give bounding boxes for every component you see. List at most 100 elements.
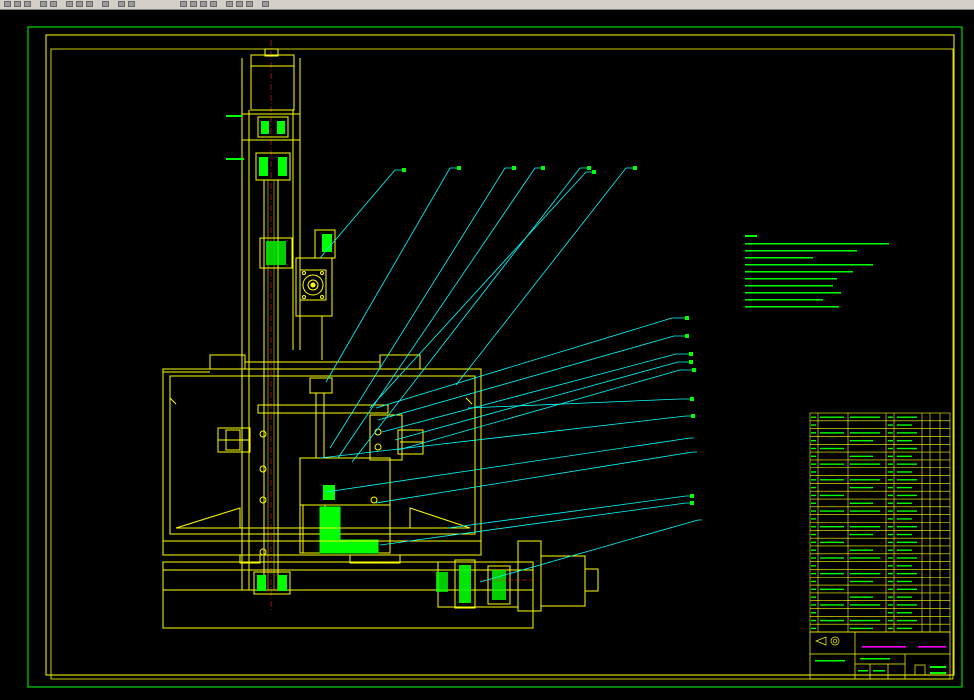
parts-cell-mark xyxy=(897,627,912,630)
parts-cell-mark xyxy=(888,619,893,622)
parts-cell-mark xyxy=(888,627,893,630)
parts-cell-mark xyxy=(820,526,844,528)
parts-cell-mark xyxy=(850,533,873,536)
save-icon[interactable] xyxy=(24,1,31,7)
parts-cell-mark xyxy=(850,416,880,418)
parts-cell-mark xyxy=(811,439,816,442)
parts-cell-mark xyxy=(888,439,893,442)
parts-cell-mark xyxy=(850,557,880,559)
parts-cell-mark xyxy=(820,604,844,606)
parts-cell-mark xyxy=(811,580,816,583)
parts-cell-mark xyxy=(811,619,816,622)
parts-cell-mark xyxy=(811,486,816,489)
cad-drawing-canvas xyxy=(27,26,963,688)
parts-cell-mark xyxy=(897,549,912,551)
paste-icon[interactable] xyxy=(86,1,93,7)
parts-cell-mark xyxy=(850,572,880,575)
parts-cell-mark xyxy=(897,580,912,583)
parts-cell-mark xyxy=(897,518,912,520)
parts-cell-mark xyxy=(820,432,844,434)
undo-icon[interactable] xyxy=(118,1,125,7)
print-icon[interactable] xyxy=(40,1,47,7)
parts-cell-mark xyxy=(820,494,844,497)
match-icon[interactable] xyxy=(102,1,109,7)
parts-cell-mark xyxy=(897,479,917,481)
parts-cell-mark xyxy=(811,510,816,512)
parts-cell-mark xyxy=(850,604,880,606)
zoom-icon[interactable] xyxy=(190,1,197,7)
parts-cell-mark xyxy=(811,518,816,520)
parts-cell-mark xyxy=(888,471,893,473)
parts-cell-mark xyxy=(850,510,880,512)
drawing-name-underline xyxy=(862,646,906,648)
parts-cell-mark xyxy=(888,424,893,426)
parts-cell-mark xyxy=(820,463,844,465)
parts-cell-mark xyxy=(888,455,893,458)
zoom-window-icon[interactable] xyxy=(200,1,207,7)
parts-cell-mark xyxy=(888,533,893,536)
preview-icon[interactable] xyxy=(50,1,57,7)
parts-cell-mark xyxy=(850,479,880,481)
parts-cell-mark xyxy=(811,541,816,544)
parts-cell-mark xyxy=(850,432,880,434)
parts-cell-mark xyxy=(897,541,917,544)
drawing-number-underline xyxy=(918,646,946,648)
left-labels xyxy=(226,115,244,160)
parts-cell-mark xyxy=(850,455,873,458)
parts-list-cells xyxy=(811,416,917,630)
parts-cell-mark xyxy=(888,565,893,567)
parts-cell-mark xyxy=(811,549,816,551)
title-block xyxy=(809,631,951,680)
parts-cell-mark xyxy=(820,588,844,590)
parts-cell-mark xyxy=(811,533,816,536)
parts-cell-mark xyxy=(888,549,893,551)
parts-cell-mark xyxy=(820,541,844,544)
parts-cell-mark xyxy=(811,572,816,575)
parts-cell-mark xyxy=(811,424,816,426)
parts-cell-mark xyxy=(820,572,844,575)
parts-cell-mark xyxy=(811,447,816,450)
parts-cell-mark xyxy=(811,455,816,458)
parts-cell-mark xyxy=(888,518,893,520)
copy-icon[interactable] xyxy=(76,1,83,7)
redo-icon[interactable] xyxy=(128,1,135,7)
design-center-icon[interactable] xyxy=(236,1,243,7)
open-icon[interactable] xyxy=(14,1,21,7)
parts-cell-mark xyxy=(888,416,893,418)
parts-cell-mark xyxy=(897,416,917,418)
parts-cell-mark xyxy=(850,526,880,528)
parts-cell-mark xyxy=(811,627,816,630)
pan-icon[interactable] xyxy=(180,1,187,7)
parts-cell-mark xyxy=(897,526,917,528)
parts-cell-mark xyxy=(850,502,873,504)
parts-cell-mark xyxy=(811,479,816,481)
parts-cell-mark xyxy=(811,502,816,504)
parts-cell-mark xyxy=(820,557,844,559)
properties-icon[interactable] xyxy=(226,1,233,7)
parts-cell-mark xyxy=(811,565,816,567)
parts-cell-mark xyxy=(888,612,893,614)
parts-cell-mark xyxy=(888,526,893,528)
tool-palette-icon[interactable] xyxy=(246,1,253,7)
zoom-prev-icon[interactable] xyxy=(210,1,217,7)
parts-cell-mark xyxy=(811,596,816,598)
help-icon[interactable] xyxy=(262,1,269,7)
cad-toolbar xyxy=(0,0,974,10)
parts-cell-mark xyxy=(811,526,816,528)
parts-cell-mark xyxy=(897,588,917,590)
parts-cell-mark xyxy=(820,479,844,481)
new-icon[interactable] xyxy=(4,1,11,7)
parts-cell-mark xyxy=(897,447,917,450)
parts-cell-mark xyxy=(897,424,912,426)
parts-cell-mark xyxy=(811,494,816,497)
leader-lines xyxy=(319,167,702,583)
parts-cell-mark xyxy=(888,502,893,504)
parts-cell-mark xyxy=(850,439,873,442)
cut-icon[interactable] xyxy=(66,1,73,7)
parts-cell-mark xyxy=(897,612,912,614)
parts-cell-mark xyxy=(897,604,917,606)
machine-assembly xyxy=(162,40,599,629)
parts-cell-mark xyxy=(888,588,893,590)
parts-cell-mark xyxy=(897,565,912,567)
parts-cell-mark xyxy=(897,486,912,489)
